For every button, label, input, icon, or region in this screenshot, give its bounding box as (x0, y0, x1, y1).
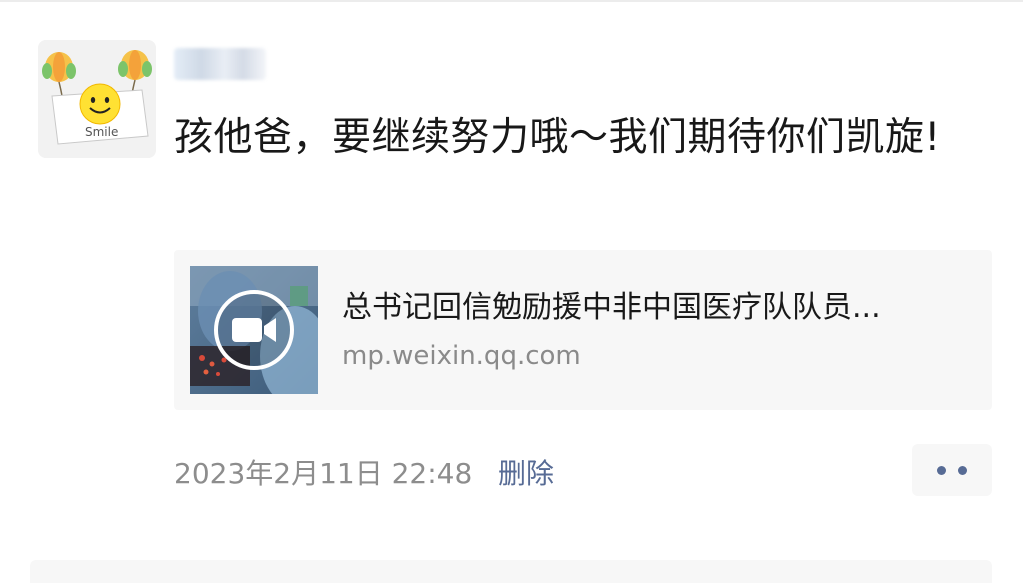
username[interactable] (174, 48, 266, 80)
link-title: 总书记回信勉励援中非中国医疗队队员... (342, 290, 881, 325)
more-actions-button[interactable] (912, 444, 992, 496)
avatar-text: Smile (85, 125, 118, 139)
more-dots-icon (937, 466, 946, 475)
comment-area (30, 560, 992, 583)
post-timestamp: 2023年2月11日 22:48 (174, 457, 473, 490)
link-thumbnail (190, 266, 318, 394)
delete-button[interactable]: 删除 (498, 456, 554, 492)
top-divider (0, 0, 1023, 2)
link-domain: mp.weixin.qq.com (342, 341, 581, 371)
more-dots-icon (958, 466, 967, 475)
avatar[interactable]: Smile (38, 40, 156, 158)
smile-balloons-icon: Smile (38, 40, 156, 158)
post-text: 孩他爸，要继续努力哦～我们期待你们凯旋! (174, 115, 941, 160)
shared-link-card[interactable]: 总书记回信勉励援中非中国医疗队队员... mp.weixin.qq.com (174, 250, 992, 410)
